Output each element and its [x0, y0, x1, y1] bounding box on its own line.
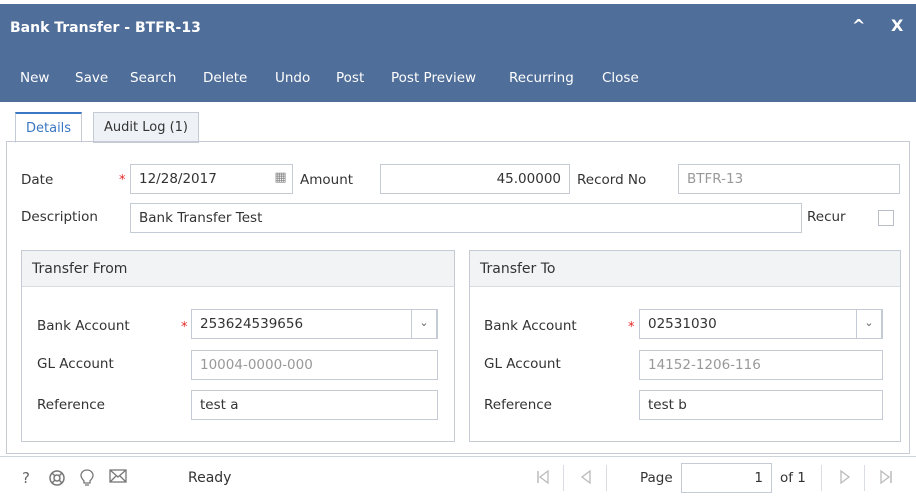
amount-field[interactable]: 45.00000 — [380, 164, 570, 194]
toolbar: New Save Search Delete Undo Post Post Pr… — [0, 54, 916, 102]
page-label: Page — [640, 470, 673, 486]
tab-divider — [6, 141, 910, 142]
undo-button[interactable]: Undo — [275, 70, 310, 86]
date-required-mark: * — [119, 173, 126, 188]
to-gl-account-field[interactable]: 14152-1206-116 — [639, 350, 883, 380]
transfer-from-header: Transfer From — [22, 251, 454, 287]
amount-label: Amount — [300, 172, 354, 188]
pager-separator — [821, 465, 822, 491]
date-label: Date — [21, 172, 54, 188]
support-lifebuoy-icon[interactable] — [48, 469, 66, 491]
page-count-label: of 1 — [780, 470, 806, 486]
pager-separator — [606, 465, 607, 491]
to-reference-label: Reference — [484, 397, 552, 413]
previous-page-icon[interactable] — [580, 469, 592, 489]
from-bank-account-label: Bank Account — [37, 318, 130, 334]
save-button[interactable]: Save — [75, 70, 108, 86]
from-bank-account-chevron-down-icon[interactable]: ⌄ — [411, 309, 437, 339]
from-bank-account-combo[interactable]: 253624539656 — [191, 309, 438, 339]
new-button[interactable]: New — [20, 70, 49, 86]
calendar-icon[interactable]: ▦ — [265, 164, 295, 194]
record-no-label: Record No — [577, 172, 647, 188]
description-label: Description — [21, 209, 98, 225]
to-bank-account-required-mark: * — [628, 320, 635, 335]
pager-separator — [864, 465, 865, 491]
window-titlebar: Bank Transfer - BTFR-13 ^ X — [0, 4, 916, 54]
collapse-icon[interactable]: ^ — [852, 16, 865, 35]
first-page-icon[interactable] — [536, 469, 550, 489]
to-bank-account-label: Bank Account — [484, 318, 577, 334]
description-field[interactable]: Bank Transfer Test — [130, 203, 802, 233]
from-reference-field[interactable]: test a — [191, 390, 438, 420]
delete-button[interactable]: Delete — [203, 70, 247, 86]
recur-checkbox[interactable] — [878, 210, 894, 226]
mail-icon[interactable] — [109, 469, 127, 487]
status-text: Ready — [188, 470, 232, 486]
next-page-icon[interactable] — [839, 469, 851, 489]
record-no-field[interactable]: BTFR-13 — [678, 164, 900, 194]
lightbulb-icon[interactable] — [80, 469, 94, 491]
to-reference-field[interactable]: test b — [639, 390, 883, 420]
tab-details[interactable]: Details — [15, 112, 83, 143]
search-button[interactable]: Search — [130, 70, 176, 86]
from-gl-account-field[interactable]: 10004-0000-000 — [191, 350, 438, 380]
recurring-button[interactable]: Recurring — [509, 70, 574, 86]
last-page-icon[interactable] — [879, 469, 893, 489]
window-title: Bank Transfer - BTFR-13 — [10, 20, 201, 36]
status-bar: ? Ready Page 1 of 1 — [0, 456, 916, 498]
post-preview-button[interactable]: Post Preview — [391, 70, 476, 86]
from-reference-label: Reference — [37, 397, 105, 413]
close-button[interactable]: Close — [602, 70, 639, 86]
from-bank-account-required-mark: * — [181, 320, 188, 335]
close-icon[interactable]: X — [891, 16, 903, 35]
post-button[interactable]: Post — [336, 70, 364, 86]
to-bank-account-chevron-down-icon[interactable]: ⌄ — [856, 309, 882, 339]
transfer-to-header: Transfer To — [470, 251, 900, 287]
tab-strip: Details Audit Log (1) — [6, 102, 910, 143]
tab-audit-log[interactable]: Audit Log (1) — [93, 112, 199, 143]
pager-separator — [563, 465, 564, 491]
recur-label: Recur — [807, 209, 846, 225]
to-bank-account-combo[interactable]: 02531030 — [639, 309, 883, 339]
to-gl-account-label: GL Account — [484, 356, 561, 372]
from-gl-account-label: GL Account — [37, 356, 114, 372]
page-number-input[interactable]: 1 — [681, 463, 772, 493]
help-icon[interactable]: ? — [22, 469, 30, 487]
